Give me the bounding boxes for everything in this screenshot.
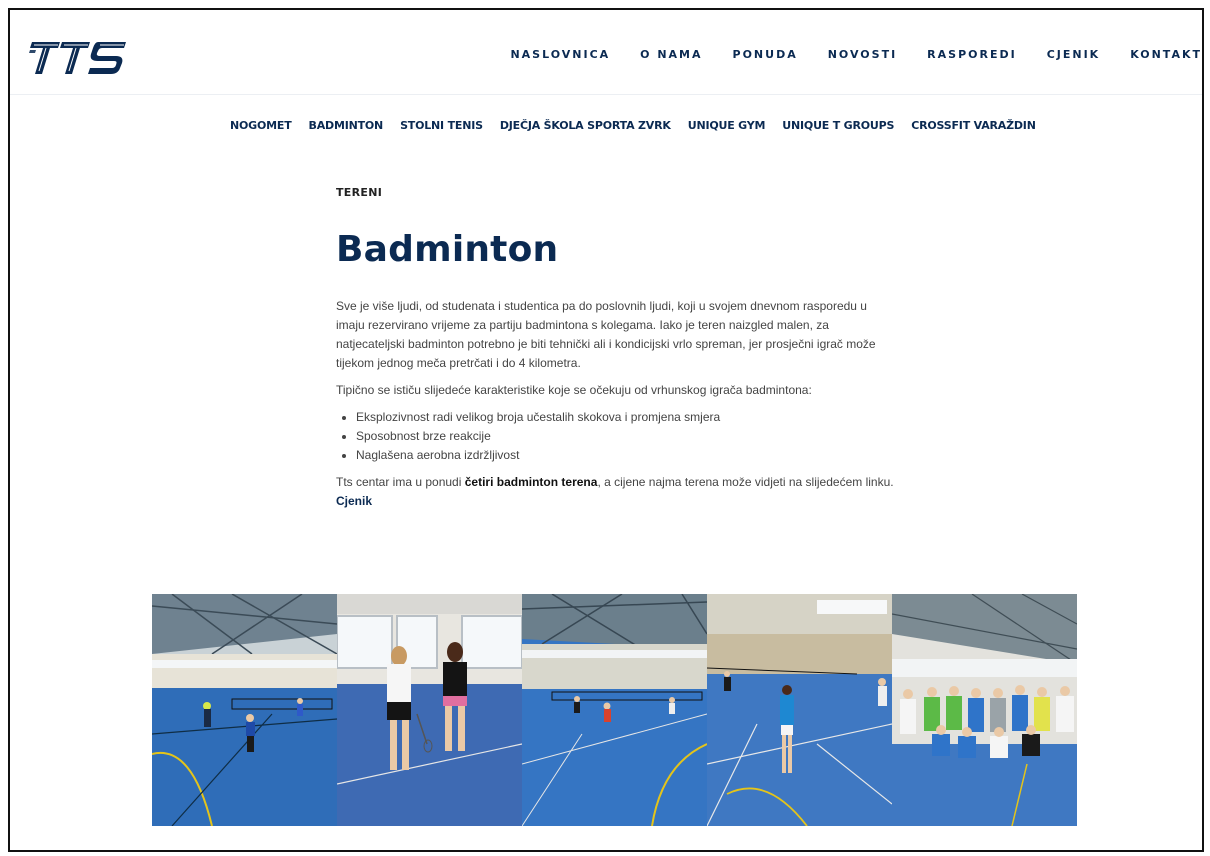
- feature-list: Eksplozivnost radi velikog broja učestal…: [336, 408, 896, 465]
- section-eyebrow: TERENI: [336, 186, 383, 199]
- gallery-photo-group[interactable]: [892, 594, 1077, 826]
- article-content: TERENI Badminton Sve je više ljudi, od s…: [336, 186, 896, 511]
- nav-o-nama[interactable]: O NAMA: [640, 48, 702, 61]
- subnav-djecja-skola[interactable]: DJEČJA ŠKOLA SPORTA ZVRK: [500, 119, 671, 132]
- tts-logo[interactable]: [26, 40, 130, 76]
- courts-paragraph: Tts centar ima u ponudi četiri badminton…: [336, 473, 896, 511]
- site-header: NASLOVNICA O NAMA PONUDA NOVOSTI RASPORE…: [10, 10, 1202, 95]
- nav-kontakt[interactable]: KONTAKT: [1130, 48, 1202, 61]
- photo-gallery: [152, 594, 1078, 826]
- courts-text-start: Tts centar ima u ponudi: [336, 475, 465, 489]
- cjenik-link[interactable]: Cjenik: [336, 494, 372, 508]
- nav-novosti[interactable]: NOVOSTI: [828, 48, 897, 61]
- subnav-unique-t-groups[interactable]: UNIQUE T GROUPS: [782, 119, 894, 132]
- nav-rasporedi[interactable]: RASPOREDI: [927, 48, 1017, 61]
- gallery-photo-players[interactable]: [337, 594, 522, 826]
- page-frame: NASLOVNICA O NAMA PONUDA NOVOSTI RASPORE…: [8, 8, 1204, 852]
- nav-ponuda[interactable]: PONUDA: [733, 48, 798, 61]
- subnav-crossfit[interactable]: CROSSFIT VARAŽDIN: [911, 119, 1036, 132]
- courts-count-bold: četiri badminton terena: [464, 475, 598, 489]
- nav-naslovnica[interactable]: NASLOVNICA: [510, 48, 610, 61]
- intro-paragraph: Sve je više ljudi, od studenata i studen…: [336, 299, 876, 370]
- gallery-photo-match[interactable]: [707, 594, 892, 826]
- features-intro: Tipično se ističu slijedeće karakteristi…: [336, 383, 812, 397]
- subnav-badminton[interactable]: BADMINTON: [309, 119, 384, 132]
- gallery-photo-hall-2[interactable]: [522, 594, 707, 826]
- page-title: Badminton: [336, 229, 559, 270]
- main-navigation: NASLOVNICA O NAMA PONUDA NOVOSTI RASPORE…: [510, 48, 1202, 61]
- subnav-unique-gym[interactable]: UNIQUE GYM: [688, 119, 766, 132]
- gallery-photo-hall-1[interactable]: [152, 594, 337, 826]
- subnav-stolni-tenis[interactable]: STOLNI TENIS: [400, 119, 483, 132]
- list-item: Eksplozivnost radi velikog broja učestal…: [356, 408, 896, 427]
- list-item: Sposobnost brze reakcije: [356, 427, 896, 446]
- courts-text-end: , a cijene najma terena može vidjeti na …: [597, 475, 894, 489]
- nav-cjenik[interactable]: CJENIK: [1047, 48, 1101, 61]
- list-item: Naglašena aerobna izdržljivost: [356, 446, 896, 465]
- subnav-nogomet[interactable]: NOGOMET: [230, 119, 292, 132]
- sports-subnavigation: NOGOMET BADMINTON STOLNI TENIS DJEČJA ŠK…: [230, 119, 1036, 132]
